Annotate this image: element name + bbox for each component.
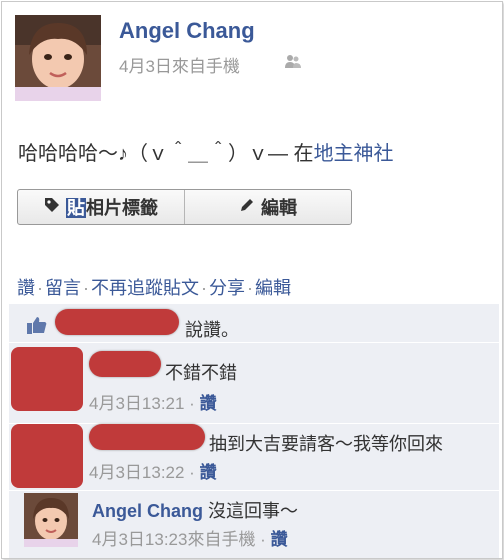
like-link[interactable]: 讚 xyxy=(17,278,35,298)
pencil-icon xyxy=(239,197,255,218)
comment-like-link[interactable]: 讚 xyxy=(200,463,217,482)
post-actions: 讚 · 留言 · 不再追蹤貼文 · 分享 · 編輯 xyxy=(17,278,291,298)
comment-link[interactable]: 留言 xyxy=(45,278,81,298)
redacted-name[interactable] xyxy=(89,424,205,450)
comment-text: 不錯不錯 xyxy=(165,363,237,383)
redacted-avatar[interactable] xyxy=(11,424,83,488)
status-text: 哈哈哈哈～♪（ｖ＾＿＾）ｖ— 在 xyxy=(18,143,314,165)
comment-meta: 4月3日13:22 · 讚 xyxy=(89,463,217,482)
commenter-avatar[interactable] xyxy=(24,493,78,547)
people-icon[interactable] xyxy=(285,54,301,73)
location-link[interactable]: 地主神社 xyxy=(314,143,394,165)
comment-meta: 4月3日13:21 · 讚 xyxy=(89,394,217,413)
comment-like-link[interactable]: 讚 xyxy=(271,530,288,549)
redacted-name xyxy=(55,309,179,335)
edit-photo-button[interactable]: 編輯 xyxy=(184,190,351,224)
comment-time: 4月3日13:22 xyxy=(89,463,185,482)
comment-like-link[interactable]: 讚 xyxy=(200,394,217,413)
likes-row: 說讚。 xyxy=(9,304,499,343)
comment-time: 4月3日13:21 xyxy=(89,394,185,413)
likes-text: 說讚。 xyxy=(185,320,239,340)
tag-photo-button[interactable]: 貼相片標籤 xyxy=(18,190,184,224)
comment-time: 4月3日13:23來自手機 xyxy=(92,530,256,549)
unfollow-link[interactable]: 不再追蹤貼文 xyxy=(91,278,199,298)
tag-button-label: 相片標籤 xyxy=(86,198,158,218)
comment-item: 抽到大吉要請客～我等你回來 4月3日13:22 · 讚 xyxy=(9,424,499,491)
thumbs-up-icon xyxy=(27,316,47,339)
feedback-section: 說讚。 不錯不錯 4月3日13:21 · 讚 抽到大吉要請客～我等你回來 4月3… xyxy=(9,304,499,558)
comment-item: 不錯不錯 4月3日13:21 · 讚 xyxy=(9,343,499,424)
edit-link[interactable]: 編輯 xyxy=(255,278,291,298)
author-avatar[interactable] xyxy=(15,15,101,101)
edit-button-label: 編輯 xyxy=(261,198,297,218)
comment-text: 抽到大吉要請客～我等你回來 xyxy=(209,434,443,454)
post-meta: 4月3日來自手機 xyxy=(119,57,240,76)
comment-item: Angel Chang 沒這回事～ 4月3日13:23來自手機 · 讚 xyxy=(9,491,499,558)
post-container: Angel Chang 4月3日來自手機 哈哈哈哈～♪（ｖ＾＿＾）ｖ— 在地主神… xyxy=(1,1,503,559)
redacted-avatar[interactable] xyxy=(11,347,83,411)
comment-author[interactable]: Angel Chang xyxy=(92,501,203,521)
tag-button-highlight: 貼 xyxy=(66,198,86,218)
share-link[interactable]: 分享 xyxy=(209,278,245,298)
comment-body: Angel Chang 沒這回事～ xyxy=(92,497,298,523)
comment-meta: 4月3日13:23來自手機 · 讚 xyxy=(92,530,288,549)
photo-action-buttons: 貼相片標籤 編輯 xyxy=(17,189,352,225)
author-name[interactable]: Angel Chang xyxy=(119,18,255,44)
tag-icon xyxy=(44,197,60,218)
comment-text: 沒這回事～ xyxy=(208,501,299,521)
status-message: 哈哈哈哈～♪（ｖ＾＿＾）ｖ— 在地主神社 xyxy=(18,137,394,166)
redacted-name[interactable] xyxy=(89,351,161,377)
